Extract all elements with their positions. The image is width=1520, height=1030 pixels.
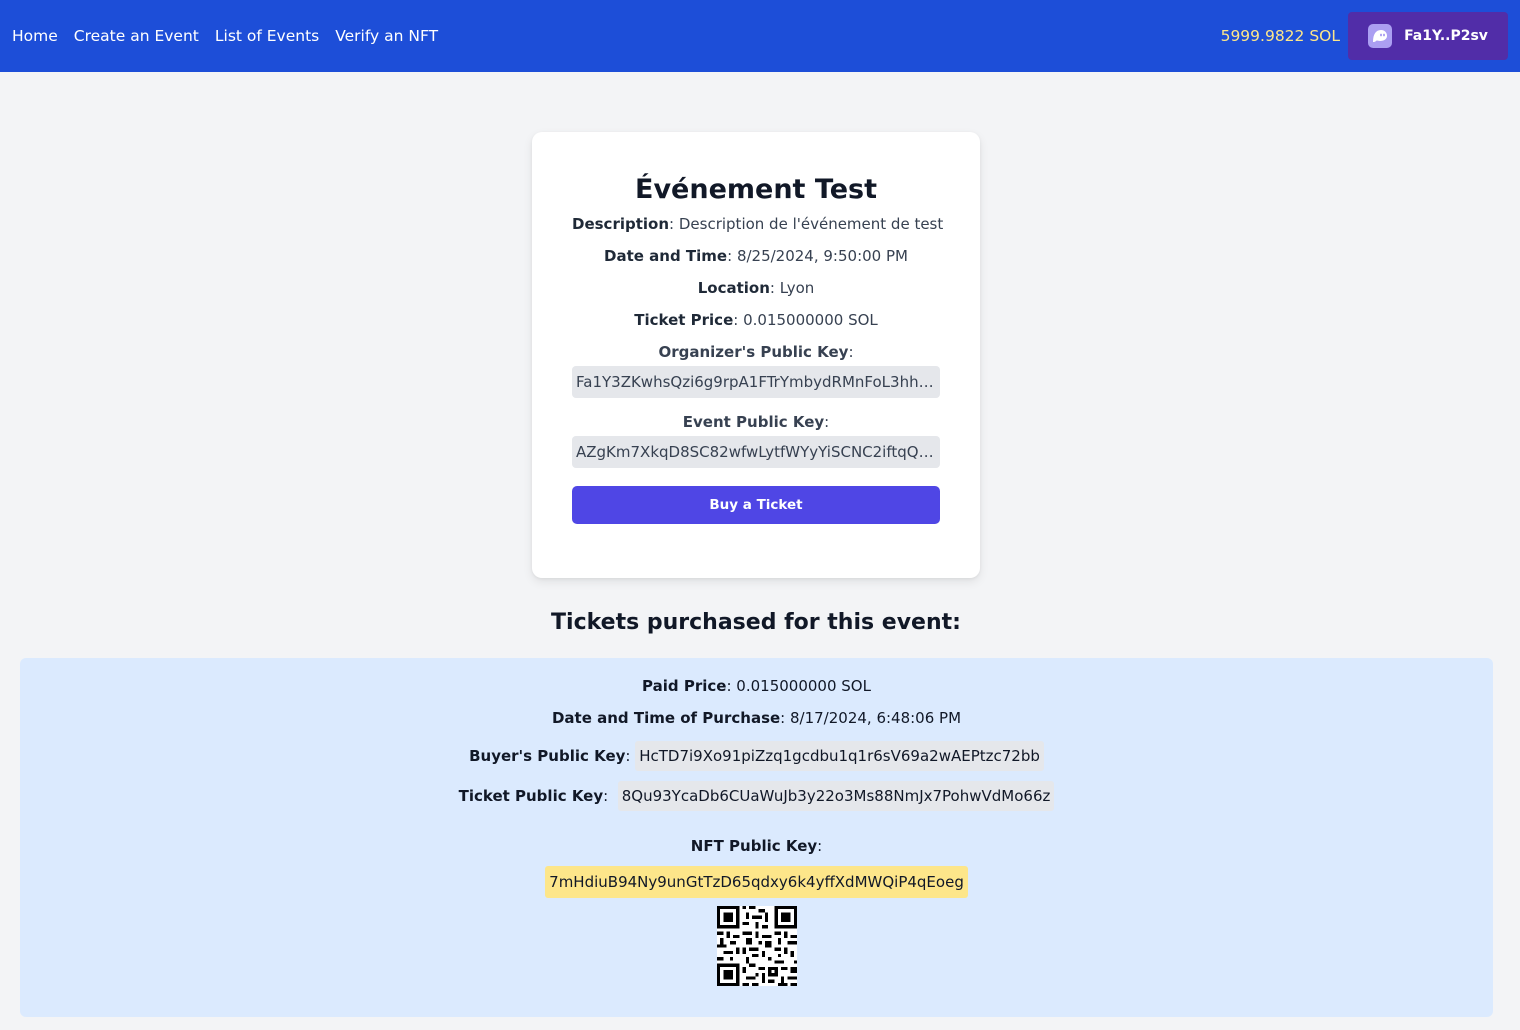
buyer-key-label: Buyer's Public Key: [469, 747, 626, 765]
nav-links: Home Create an Event List of Events Veri…: [12, 27, 438, 45]
ticket-key-value: 8Qu93YcaDb6CUaWuJb3y22o3Ms88NmJx7PohwVdM…: [617, 781, 1055, 811]
buy-ticket-button[interactable]: Buy a Ticket: [572, 486, 940, 524]
paid-price-value: 0.015000000 SOL: [736, 677, 871, 695]
purchase-datetime-value: 8/17/2024, 6:48:06 PM: [790, 709, 962, 727]
ticket-purchase-datetime: Date and Time of Purchase: 8/17/2024, 6:…: [551, 709, 962, 727]
event-key-label: Event Public Key: [682, 413, 825, 431]
nav-list-events-link[interactable]: List of Events: [215, 27, 319, 45]
ticket-public-key: Ticket Public Key: 8Qu93YcaDb6CUaWuJb3y2…: [20, 780, 1493, 812]
price-value: 0.015000000 SOL: [743, 311, 878, 329]
ticket-buyer-key: Buyer's Public Key: HcTD7i9Xo91piZzq1gcd…: [20, 740, 1493, 772]
event-card: Événement Test Description: Description …: [532, 132, 980, 578]
event-description: Description: Description de l'événement …: [572, 215, 944, 233]
qr-code-icon: [716, 906, 797, 986]
ticket-card: Paid Price: 0.015000000 SOL Date and Tim…: [20, 658, 1493, 1017]
organizer-public-key: Fa1Y3ZKwhsQzi6g9rpA1FTrYmbydRMnFoL3hhP2s…: [572, 366, 940, 398]
event-title: Événement Test: [635, 174, 877, 205]
event-public-key: AZgKm7XkqD8SC82wfwLytfWYyYiSCNC2iftqQxVb: [572, 436, 940, 468]
event-location: Location: Lyon: [697, 279, 815, 297]
datetime-value: 8/25/2024, 9:50:00 PM: [736, 247, 908, 265]
buyer-key-value: HcTD7i9Xo91piZzq1gcdbu1q1r6sV69a2wAEPtzc…: [635, 741, 1044, 771]
nft-key-heading: NFT Public Key:: [690, 837, 823, 855]
tickets-heading: Tickets purchased for this event:: [551, 610, 961, 635]
ticket-key-label: Ticket Public Key: [458, 787, 604, 805]
nav-verify-nft-link[interactable]: Verify an NFT: [335, 27, 438, 45]
sol-balance: 5999.9822 SOL: [1220, 27, 1340, 45]
wallet-button[interactable]: Fa1Y..P2sv: [1348, 12, 1508, 60]
organizer-key-label: Organizer's Public Key: [658, 343, 849, 361]
nav-right: 5999.9822 SOL Fa1Y..P2sv: [1221, 12, 1508, 60]
wallet-address: Fa1Y..P2sv: [1404, 28, 1488, 44]
location-label: Location: [697, 279, 770, 297]
phantom-ghost-icon: [1368, 24, 1393, 48]
price-label: Ticket Price: [634, 311, 734, 329]
nav-create-event-link[interactable]: Create an Event: [74, 27, 199, 45]
description-value: Description de l'événement de test: [678, 215, 944, 233]
description-label: Description: [572, 215, 670, 233]
paid-price-label: Paid Price: [642, 677, 727, 695]
event-price: Ticket Price: 0.015000000 SOL: [634, 311, 878, 329]
nft-key-label: NFT Public Key: [690, 837, 818, 855]
location-value: Lyon: [779, 279, 815, 297]
event-datetime: Date and Time: 8/25/2024, 9:50:00 PM: [604, 247, 908, 265]
event-key-heading: Event Public Key:: [682, 413, 830, 431]
purchase-datetime-label: Date and Time of Purchase: [551, 709, 781, 727]
top-navbar: Home Create an Event List of Events Veri…: [0, 0, 1520, 72]
ticket-paid-price: Paid Price: 0.015000000 SOL: [642, 677, 871, 695]
datetime-label: Date and Time: [604, 247, 728, 265]
nav-home-link[interactable]: Home: [12, 27, 58, 45]
organizer-key-heading: Organizer's Public Key:: [658, 343, 854, 361]
nft-public-key: 7mHdiuB94Ny9unGtTzD65qdxy6k4yffXdMWQiP4q…: [545, 866, 968, 898]
